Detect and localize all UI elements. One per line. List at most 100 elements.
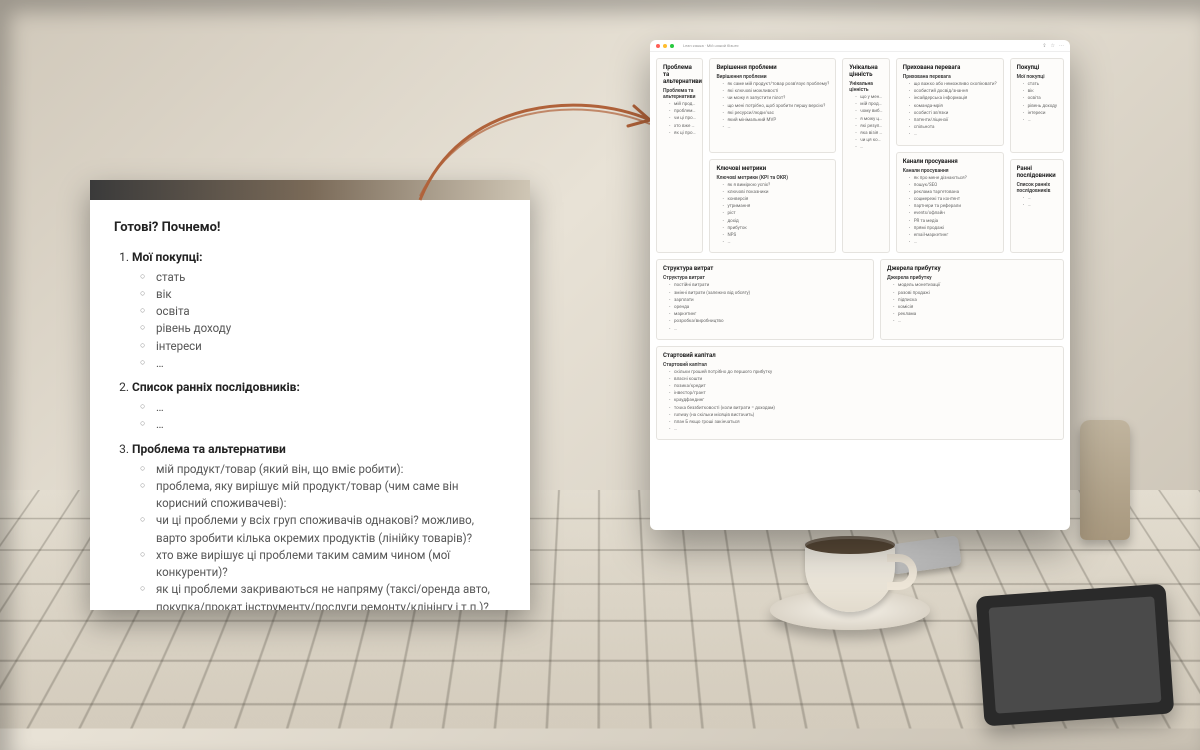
- card-title: Джерела прибутку: [887, 265, 1057, 272]
- card-item: я можу це перевірити?: [855, 116, 882, 123]
- card-item: патенти/ліцензії: [909, 117, 997, 124]
- card-item: інтереси: [1023, 110, 1057, 117]
- card-item: ключові показники: [722, 189, 829, 196]
- section-item: чи ці проблеми у всіх груп споживачів од…: [146, 512, 506, 547]
- card-item: прибуток: [722, 225, 829, 232]
- card-item: розробка/виробництво: [669, 318, 867, 325]
- card-item: …: [1023, 195, 1057, 202]
- card-item: оренда: [669, 304, 867, 311]
- card-solution[interactable]: Вирішення проблемиВирішення проблемияк с…: [709, 58, 836, 153]
- card-item: чому виберуть мій продукт/товар?: [855, 108, 882, 115]
- card-customers[interactable]: ПокупціМої покупцістатьвікосвітарівень д…: [1010, 58, 1064, 153]
- section-item: проблема, яку вирішує мій продукт/товар …: [146, 478, 506, 513]
- card-subtitle: Вирішення проблеми: [716, 74, 829, 80]
- card-title: Структура витрат: [663, 265, 867, 272]
- star-icon[interactable]: ☆: [1051, 43, 1055, 49]
- card-item: PR та медіа: [909, 218, 997, 225]
- card-item: ріст: [722, 210, 829, 217]
- share-icon[interactable]: ⇪: [1042, 43, 1046, 49]
- card-item: …: [1023, 202, 1057, 209]
- card-subtitle: Структура витрат: [663, 275, 867, 281]
- card-item: який мінімальний MVP: [722, 117, 829, 124]
- card-advantage[interactable]: Прихована перевагаПрихована перевагащо в…: [896, 58, 1004, 146]
- card-item: точка беззбитковості (коли витрати = дох…: [669, 405, 1057, 412]
- card-problem[interactable]: Проблема та альтернативиПроблема та альт…: [656, 58, 703, 253]
- card-item: прямі продажі: [909, 225, 997, 232]
- minimize-icon[interactable]: [663, 44, 667, 48]
- card-title: Покупці: [1017, 64, 1057, 71]
- card-item: які результати перевірки?: [855, 123, 882, 130]
- card-subtitle: Джерела прибутку: [887, 275, 1057, 281]
- card-item: особистий досвід/знання: [909, 88, 997, 95]
- card-item: хто вже вирішує ці проблеми таким чином …: [669, 123, 696, 130]
- card-capital[interactable]: Стартовий капіталСтартовий капіталскільк…: [656, 346, 1064, 441]
- card-adopters[interactable]: Ранні послідовникиСписок ранніх послідов…: [1010, 159, 1064, 254]
- maximize-icon[interactable]: [670, 44, 674, 48]
- card-title: Ранні послідовники: [1017, 165, 1057, 179]
- card-channels[interactable]: Канали просуванняКанали просуванняяк про…: [896, 152, 1004, 254]
- card-item: …: [893, 318, 1057, 325]
- card-item: …: [909, 239, 997, 246]
- card-item: email-маркетинг: [909, 232, 997, 239]
- document-outline: Мої покупці:статьвікосвітарівень доходуі…: [114, 248, 506, 611]
- card-item: як ці проблеми закриваються не напряму?: [669, 130, 696, 137]
- card-item: інвестор/грант: [669, 390, 1057, 397]
- section-item: хто вже вирішує ці проблеми таким самим …: [146, 547, 506, 582]
- card-item: скільки грошей потрібно до першого прибу…: [669, 369, 1057, 376]
- card-uvp[interactable]: Унікальна цінністьУнікальна цінністьщо у…: [842, 58, 889, 253]
- card-item: яка візія (високорівнева концепція) бізн…: [855, 130, 882, 137]
- card-item: …: [909, 131, 997, 138]
- document-banner: [90, 180, 530, 200]
- card-item: освіта: [1023, 95, 1057, 102]
- card-item: модель монетизації: [893, 282, 1057, 289]
- section-title: Список ранніх послідовників:: [132, 380, 300, 394]
- card-item: позика/кредит: [669, 383, 1057, 390]
- card-item: що важко або неможливо скопіювати?: [909, 81, 997, 88]
- card-item: утримання: [722, 203, 829, 210]
- card-title: Проблема та альтернативи: [663, 64, 696, 85]
- card-item: …: [669, 426, 1057, 433]
- card-item: як саме мій продукт/товар розв'язує проб…: [722, 81, 829, 88]
- decor-vase: [1080, 420, 1130, 540]
- close-icon[interactable]: [656, 44, 660, 48]
- card-subtitle: Канали просування: [903, 168, 997, 174]
- card-subtitle: Унікальна цінність: [849, 81, 882, 93]
- card-item: особисті зв'язки: [909, 110, 997, 117]
- section-item: інтереси: [146, 338, 506, 355]
- card-title: Канали просування: [903, 158, 997, 165]
- card-item: постійні витрати: [669, 282, 867, 289]
- window-tab[interactable]: Lean канва · Мій новий бізнес: [677, 43, 1039, 48]
- section-item: стать: [146, 269, 506, 286]
- source-document: Готові? Почнемо! Мої покупці:статьвікосв…: [90, 180, 530, 610]
- section-title: Мої покупці:: [132, 250, 203, 264]
- card-item: краудфандинг: [669, 397, 1057, 404]
- window-titlebar: Lean канва · Мій новий бізнес ⇪ ☆ ⋯: [650, 40, 1070, 52]
- card-item: соцмережі та контент: [909, 196, 997, 203]
- card-item: зарплати: [669, 297, 867, 304]
- section-item: рівень доходу: [146, 320, 506, 337]
- card-item: партнери та реферали: [909, 203, 997, 210]
- card-item: які ресурси/люди/час: [722, 110, 829, 117]
- card-item: як про мене дізнаються?: [909, 175, 997, 182]
- card-item: NPS: [722, 232, 829, 239]
- card-item: проблема, яку вирішує мій продукт/товар …: [669, 108, 696, 115]
- card-subtitle: Прихована перевага: [903, 74, 997, 80]
- card-item: …: [1023, 117, 1057, 124]
- card-title: Ключові метрики: [716, 165, 829, 172]
- card-item: комісія: [893, 304, 1057, 311]
- card-item: дохід: [722, 218, 829, 225]
- card-metrics[interactable]: Ключові метрикиКлючові метрики (KPI та O…: [709, 159, 836, 254]
- card-item: підписка: [893, 297, 1057, 304]
- section-item: …: [146, 416, 506, 433]
- card-item: що у мене є такого, чого немає у інших?: [855, 94, 882, 101]
- card-item: рівень доходу: [1023, 103, 1057, 110]
- card-item: що мені потрібно, щоб зробити першу верс…: [722, 103, 829, 110]
- card-item: пошук/SEO: [909, 182, 997, 189]
- more-icon[interactable]: ⋯: [1059, 43, 1064, 49]
- decor-coffee-cup: [790, 530, 910, 630]
- section-item: мій продукт/товар (який він, що вміє роб…: [146, 461, 506, 478]
- card-revenue[interactable]: Джерела прибуткуДжерела прибуткумодель м…: [880, 259, 1064, 339]
- card-item: …: [669, 326, 867, 333]
- card-costs[interactable]: Структура витратСтруктура витратпостійні…: [656, 259, 874, 339]
- card-item: план Б якщо гроші закінчаться: [669, 419, 1057, 426]
